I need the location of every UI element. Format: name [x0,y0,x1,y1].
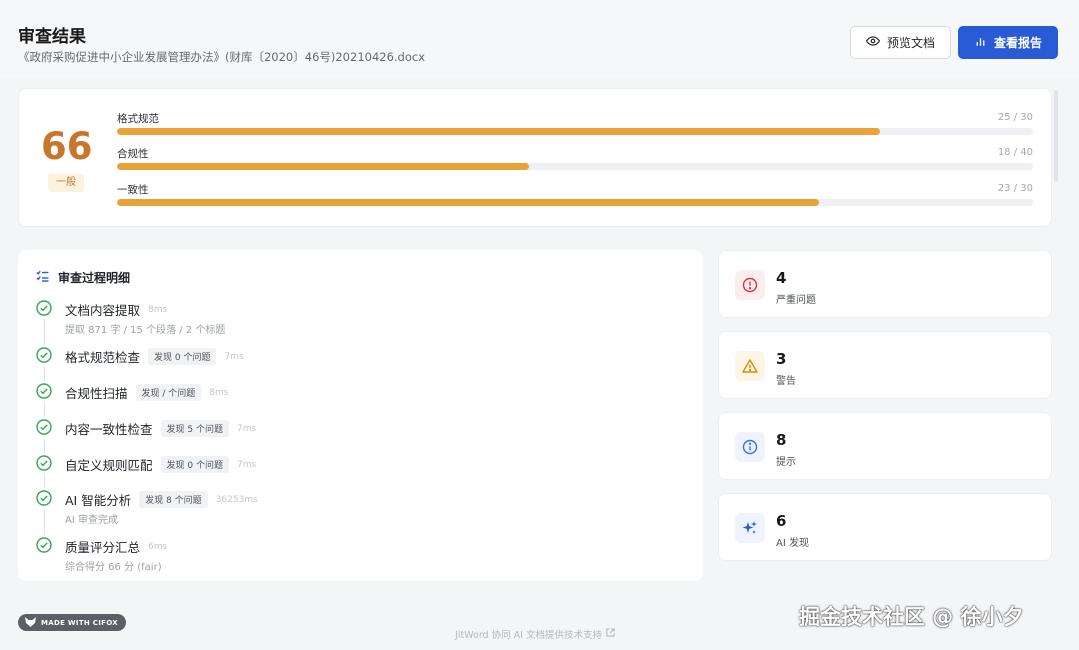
step-duration: 7ms [236,459,257,470]
metric-consistency: 一致性 23 / 30 [117,182,1033,212]
check-circle-icon [36,490,52,506]
stat-card[interactable]: 6 AI 发现 [718,493,1052,561]
step-detail: 综合得分 66 分 (fair) [65,562,162,573]
document-filename: 《政府采购促进中小企业发展管理办法》(财库〔2020〕46号)20210426.… [18,50,426,64]
step-detail: AI 审查完成 [65,515,118,526]
page-title: 审查结果 [18,27,86,47]
metric-label: 合规性 [117,148,149,160]
score-grade-badge: 一般 [48,174,84,192]
stat-card[interactable]: 3 警告 [718,331,1052,399]
made-with-badge[interactable]: MADE WITH CIFOX [18,614,126,631]
fox-logo-icon [25,616,36,629]
metric-progress-fill [117,163,530,170]
scrollbar[interactable] [1054,90,1058,182]
step-issue-badge: 发现 0 个问题 [160,456,229,473]
step-duration: 7ms [224,351,244,362]
step-header: 内容一致性检查 发现 5 个问题 7ms [65,419,256,438]
step-name: 格式规范检查 [65,350,141,365]
preview-document-button[interactable]: 预览文档 [850,26,951,59]
preview-document-label: 预览文档 [886,36,935,50]
metric-progress-track [117,163,1033,170]
step-detail: 提取 871 字 / 15 个段落 / 2 个标题 [65,325,226,336]
metric-label: 格式规范 [117,113,159,125]
process-detail-title: 审查过程明细 [58,271,131,285]
metric-value: 25 / 30 [997,112,1033,123]
step-connector [43,366,45,381]
step-connector [43,402,45,417]
footer-credit-text: JitWord 协同 AI 文档提供技术支持 [455,630,602,641]
bar-chart-icon [974,35,987,51]
step-connector [43,438,45,453]
warning-triangle-icon [735,351,765,381]
metric-progress-track [117,199,1033,206]
metric-progress-fill [117,128,881,135]
metric-value: 23 / 30 [997,183,1033,194]
metric-compliance: 合规性 18 / 40 [117,146,1033,176]
sparkle-icon [735,513,765,543]
step-duration: 6ms [148,541,168,552]
stat-count: 3 [776,350,787,368]
eye-icon [865,34,881,51]
metric-progress-fill [117,199,820,206]
metric-label: 一致性 [117,184,149,196]
step-connector [43,474,45,488]
stat-count: 4 [776,269,787,287]
step-issue-badge: 发现 / 个问题 [135,384,202,401]
check-circle-icon [36,537,52,553]
step-duration: 7ms [236,423,257,434]
step-connector [43,319,45,345]
stat-count: 8 [776,431,787,449]
info-circle-icon [735,432,765,462]
stat-card[interactable]: 8 提示 [718,412,1052,480]
step-name: AI 智能分析 [65,493,132,508]
step-duration: 36253ms [215,494,258,505]
step-header: 合规性扫描 发现 / 个问题 8ms [65,383,228,402]
process-detail-header: 审查过程明细 [36,269,130,286]
stat-label: 严重问题 [776,295,816,306]
step-name: 文档内容提取 [65,303,141,318]
checklist-icon [36,270,49,285]
alert-circle-icon [735,270,765,300]
step-header: 质量评分汇总 6ms [65,537,167,556]
stat-card[interactable]: 4 严重问题 [718,250,1052,318]
site-watermark: 掘金技术社区 @ 徐小夕 [799,605,1024,629]
metric-progress-track [117,128,1033,135]
step-header: 格式规范检查 发现 0 个问题 7ms [65,347,244,366]
stat-label: 提示 [776,457,796,468]
check-circle-icon [36,347,52,363]
process-detail-card: 审查过程明细 文档内容提取 8ms 提取 871 字 / 15 个段落 / 2 个标… [18,250,703,581]
step-name: 合规性扫描 [65,386,128,401]
stat-count: 6 [776,512,787,530]
step-header: 自定义规则匹配 发现 0 个问题 7ms [65,455,256,474]
step-header: AI 智能分析 发现 8 个问题 36253ms [65,490,258,509]
external-link-icon [606,628,615,640]
step-name: 质量评分汇总 [65,540,141,555]
check-circle-icon [36,383,52,399]
step-connector [43,509,45,535]
step-duration: 8ms [209,387,229,398]
score-card: 66 一般 格式规范 25 / 30 合规性 18 / 40 一致性 23 / … [18,88,1052,227]
header: 审查结果 《政府采购促进中小企业发展管理办法》(财库〔2020〕46号)2021… [0,0,1079,78]
step-name: 内容一致性检查 [65,422,153,437]
footer-credit-link[interactable]: JitWord 协同 AI 文档提供技术支持 [455,627,615,641]
stat-label: 警告 [776,376,796,387]
stat-label: AI 发现 [776,538,809,549]
metric-value: 18 / 40 [997,147,1033,158]
step-issue-badge: 发现 8 个问题 [139,491,208,508]
step-issue-badge: 发现 0 个问题 [148,348,217,365]
step-issue-badge: 发现 5 个问题 [160,420,229,437]
view-report-label: 查看报告 [993,36,1042,50]
check-circle-icon [36,455,52,471]
view-report-button[interactable]: 查看报告 [958,26,1058,59]
step-duration: 8ms [148,304,168,315]
made-with-label: MADE WITH CIFOX [41,618,118,627]
step-header: 文档内容提取 8ms [65,300,167,319]
step-name: 自定义规则匹配 [65,458,153,473]
check-circle-icon [36,300,52,316]
total-score: 66 [41,125,93,168]
metric-format: 格式规范 25 / 30 [117,111,1033,141]
check-circle-icon [36,419,52,435]
